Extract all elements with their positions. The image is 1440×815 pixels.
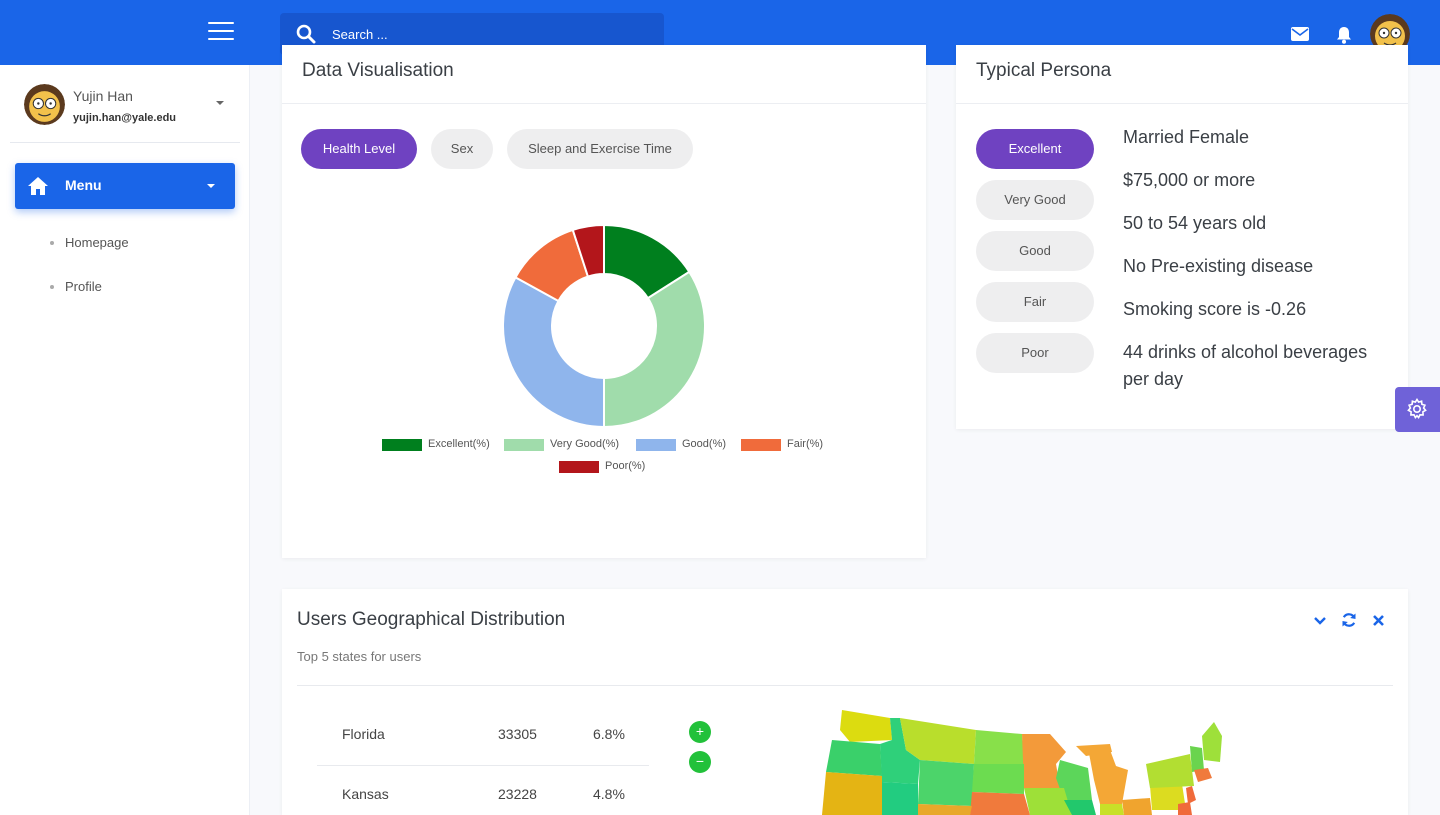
- state-name: Florida: [342, 726, 385, 742]
- zoom-in-button[interactable]: +: [689, 721, 711, 743]
- state-percent: 6.8%: [593, 726, 625, 742]
- persona-alcohol: 44 drinks of alcohol beverages per day: [1123, 342, 1368, 389]
- legend-label: Excellent(%): [428, 438, 490, 450]
- sidebar-item-label: Profile: [65, 279, 102, 294]
- chevron-down-icon[interactable]: [216, 101, 224, 105]
- bullet-icon: [50, 285, 54, 289]
- user-panel: Yujin Han yujin.han@yale.edu: [10, 65, 240, 143]
- home-icon: [28, 177, 48, 195]
- legend-label: Fair(%): [787, 438, 824, 450]
- sidebar: Yujin Han yujin.han@yale.edu Menu Homepa…: [0, 65, 250, 815]
- gear-icon: [1407, 398, 1427, 420]
- legend-swatch: [504, 439, 544, 451]
- level-excellent[interactable]: Excellent: [976, 129, 1094, 169]
- state-count: 33305: [498, 726, 537, 742]
- tab-health-level[interactable]: Health Level: [301, 129, 417, 169]
- card-title: Data Visualisation: [302, 60, 454, 81]
- refresh-icon[interactable]: [1341, 612, 1357, 628]
- legend-swatch: [741, 439, 781, 451]
- persona-age: 50 to 54 years old: [1123, 213, 1267, 233]
- legend-swatch: [382, 439, 422, 451]
- divider: [282, 103, 926, 104]
- sidebar-item-homepage[interactable]: Homepage: [50, 235, 200, 253]
- legend-label: Very Good(%): [550, 438, 620, 450]
- state-percent: 4.8%: [593, 786, 625, 802]
- persona-marital: Married Female: [1123, 127, 1250, 147]
- persona-smoking: Smoking score is -0.26: [1123, 299, 1307, 319]
- card-title: Typical Persona: [976, 60, 1112, 81]
- level-very-good[interactable]: Very Good: [976, 180, 1094, 220]
- level-poor[interactable]: Poor: [976, 333, 1094, 373]
- us-choropleth-map[interactable]: [810, 700, 1240, 815]
- user-name: Yujin Han: [73, 88, 133, 104]
- bullet-icon: [50, 241, 54, 245]
- chevron-down-icon[interactable]: [1313, 614, 1327, 628]
- divider: [956, 103, 1408, 104]
- chevron-down-icon: [207, 184, 215, 188]
- menu-label: Menu: [65, 177, 102, 193]
- tab-sex[interactable]: Sex: [431, 129, 493, 169]
- legend-label: Good(%): [682, 438, 727, 450]
- search-icon: [296, 24, 316, 44]
- persona-disease: No Pre-existing disease: [1123, 256, 1314, 276]
- legend-label: Poor(%): [605, 460, 646, 472]
- divider: [297, 685, 1393, 686]
- user-email: yujin.han@yale.edu: [73, 112, 177, 124]
- bell-icon[interactable]: [1336, 26, 1352, 44]
- sidebar-item-label: Homepage: [65, 235, 129, 250]
- tab-sleep-exercise[interactable]: Sleep and Exercise Time: [507, 129, 693, 169]
- sidebar-item-profile[interactable]: Profile: [50, 279, 200, 297]
- menu-button[interactable]: Menu: [15, 163, 235, 209]
- avatar: [24, 84, 65, 125]
- level-fair[interactable]: Fair: [976, 282, 1094, 322]
- legend-swatch: [636, 439, 676, 451]
- mail-icon[interactable]: [1291, 27, 1309, 41]
- table-row: Florida 33305 6.8%: [317, 706, 649, 766]
- health-level-donut-chart: [502, 223, 706, 429]
- level-good[interactable]: Good: [976, 231, 1094, 271]
- donut-slice-2[interactable]: [502, 275, 605, 429]
- settings-button[interactable]: [1395, 387, 1440, 432]
- state-count: 23228: [498, 786, 537, 802]
- card-subtitle: Top 5 states for users: [297, 649, 422, 664]
- card-title: Users Geographical Distribution: [297, 609, 566, 630]
- persona-income: $75,000 or more: [1123, 170, 1256, 190]
- table-row: Kansas 23228 4.8%: [317, 766, 649, 815]
- state-name: Kansas: [342, 786, 389, 802]
- legend-swatch: [559, 461, 599, 473]
- close-icon[interactable]: [1372, 614, 1385, 627]
- menu-icon[interactable]: [208, 22, 234, 44]
- donut-slice-1[interactable]: [603, 270, 706, 429]
- zoom-out-button[interactable]: −: [689, 751, 711, 773]
